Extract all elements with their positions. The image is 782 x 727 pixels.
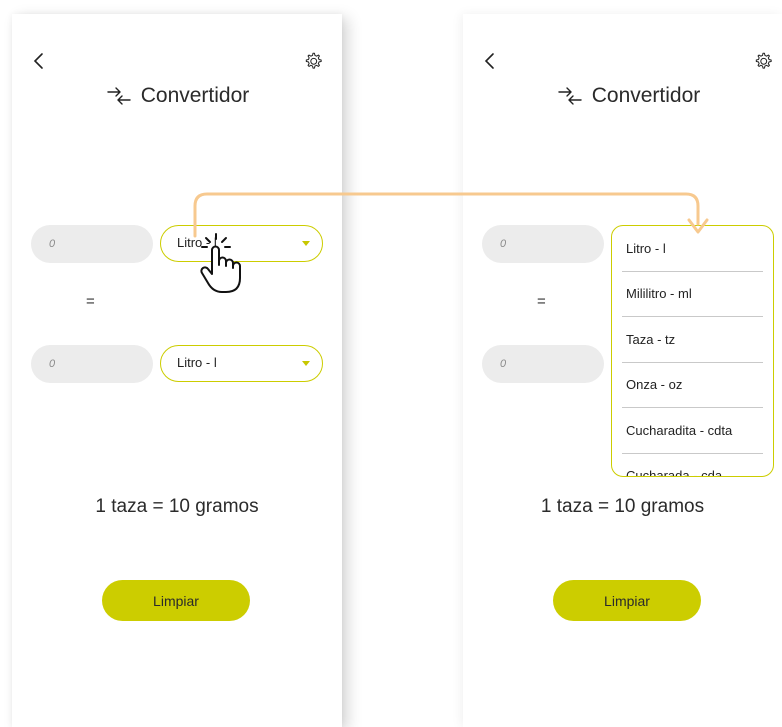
gear-icon xyxy=(755,52,772,69)
back-button[interactable] xyxy=(481,50,501,72)
settings-button[interactable] xyxy=(302,51,324,73)
gear-icon xyxy=(305,52,322,69)
settings-button[interactable] xyxy=(752,51,774,73)
page-header: Convertidor xyxy=(463,84,782,108)
amount-input-top[interactable]: 0 xyxy=(31,225,153,263)
swap-arrows-icon xyxy=(558,87,582,105)
amount-input-bottom[interactable]: 0 xyxy=(31,345,153,383)
back-button[interactable] xyxy=(30,50,50,72)
conversion-result: 1 taza = 10 gramos xyxy=(95,496,259,517)
caret-down-icon xyxy=(302,241,310,246)
unit-select-value: Litro - l xyxy=(177,355,217,370)
dropdown-option-onza[interactable]: Onza - oz xyxy=(622,363,763,408)
dropdown-option-cucharadita[interactable]: Cucharadita - cdta xyxy=(622,408,763,454)
hand-pointer-icon xyxy=(200,233,241,293)
page-title: Convertidor xyxy=(140,84,250,107)
clear-button[interactable]: Limpiar xyxy=(553,580,701,621)
converter-screen-left: Convertidor 0 Litro - l = 0 Litro - l 1 … xyxy=(12,14,342,727)
amount-value: 0 xyxy=(500,238,507,250)
page-header: Convertidor xyxy=(12,84,342,108)
unit-dropdown-list[interactable]: Litro - l Mililitro - ml Taza - tz Onza … xyxy=(611,225,774,477)
chevron-left-icon xyxy=(484,53,494,69)
dropdown-option-taza[interactable]: Taza - tz xyxy=(622,317,763,363)
chevron-left-icon xyxy=(33,53,43,69)
converter-screen-right: Convertidor 0 = 0 Litro - l Mililitro - … xyxy=(463,14,782,727)
amount-value: 0 xyxy=(500,358,507,370)
caret-down-icon xyxy=(302,361,310,366)
unit-select-bottom[interactable]: Litro - l xyxy=(160,345,323,382)
amount-input-bottom[interactable]: 0 xyxy=(482,345,604,383)
amount-value: 0 xyxy=(49,358,56,370)
dropdown-option-litro[interactable]: Litro - l xyxy=(622,226,763,272)
amount-input-top[interactable]: 0 xyxy=(482,225,604,263)
equals-sign: = xyxy=(537,293,546,310)
swap-arrows-icon xyxy=(107,87,131,105)
clear-button[interactable]: Limpiar xyxy=(102,580,250,621)
conversion-result: 1 taza = 10 gramos xyxy=(540,496,705,517)
equals-sign: = xyxy=(86,293,95,310)
amount-value: 0 xyxy=(49,238,56,250)
dropdown-option-cucharada[interactable]: Cucharada - cda xyxy=(622,454,763,476)
page-title: Convertidor xyxy=(591,84,701,107)
dropdown-option-mililitro[interactable]: Mililitro - ml xyxy=(622,272,763,317)
